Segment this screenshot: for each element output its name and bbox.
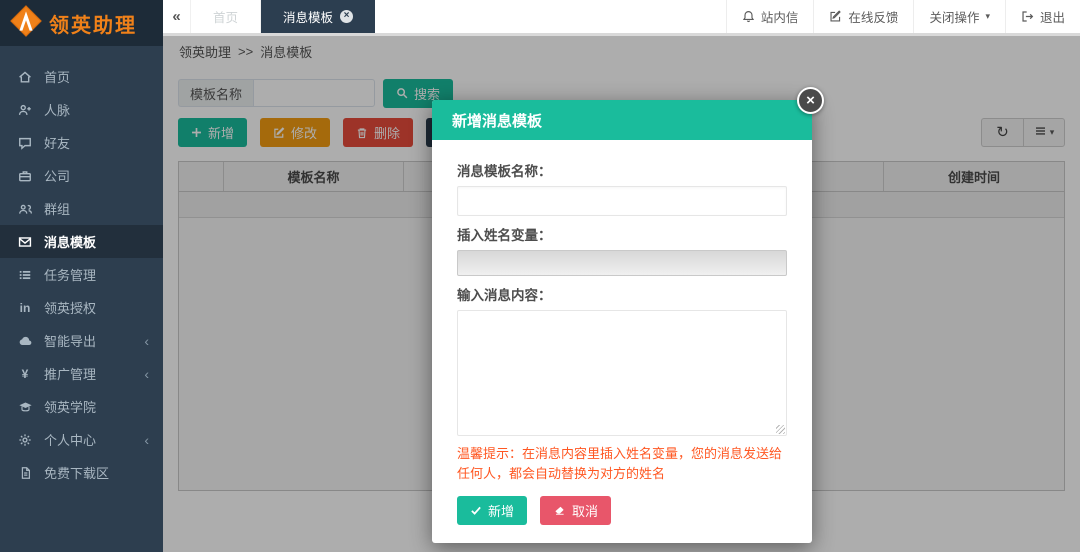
sidebar: 领英助理 首页 人脉 好友 公司 群组 消息模板 任务管理 in 领英授权 智能… [0, 0, 163, 552]
logout-icon [1021, 10, 1034, 23]
eraser-icon [553, 505, 566, 516]
tasks-icon [17, 268, 33, 282]
modal-body: 消息模板名称： 插入姓名变量： 输入消息内容： 温馨提示：在消息内容里插入姓名变… [432, 140, 812, 543]
brand-name: 领英助理 [49, 14, 137, 37]
add-template-modal: × 新增消息模板 消息模板名称： 插入姓名变量： 输入消息内容： 温馨提示：在消… [432, 87, 824, 544]
sidebar-item-groups[interactable]: 群组 [0, 192, 163, 225]
brand-diamond-icon [10, 4, 42, 42]
modal-buttons: 新增 取消 [457, 496, 787, 526]
sidebar-item-label: 公司 [44, 169, 71, 184]
menu-item-close-actions[interactable]: 关闭操作 ▾ [913, 0, 1005, 33]
insert-name-variable-field [457, 250, 787, 276]
message-content-wrap [457, 310, 787, 436]
sidebar-item-label: 领英授权 [44, 301, 97, 316]
sidebar-item-label: 任务管理 [44, 268, 97, 283]
modal-close-button[interactable]: × [797, 87, 824, 114]
cancel-button-label: 取消 [572, 504, 599, 520]
sidebar-item-label: 推广管理 [44, 367, 97, 382]
comment-icon [17, 136, 33, 150]
template-name-label: 消息模板名称： [457, 164, 552, 179]
check-icon [470, 505, 482, 516]
sidebar-item-personal-center[interactable]: 个人中心 ‹ [0, 423, 163, 456]
caret-down-icon: ▾ [985, 11, 990, 21]
linkedin-icon: in [19, 300, 31, 315]
sidebar-item-label: 好友 [44, 136, 71, 151]
user-plus-icon [17, 103, 33, 117]
message-content-textarea[interactable] [457, 310, 787, 436]
message-content-label: 输入消息内容： [457, 288, 552, 303]
template-name-field[interactable] [457, 186, 787, 216]
sidebar-item-label: 消息模板 [44, 235, 97, 250]
sidebar-item-label: 个人中心 [44, 433, 97, 448]
app-root: 领英助理 首页 人脉 好友 公司 群组 消息模板 任务管理 in 领英授权 智能… [0, 0, 1080, 552]
sidebar-item-label: 智能导出 [44, 334, 97, 349]
gear-icon [17, 433, 33, 447]
sidebar-item-label: 免费下载区 [44, 466, 110, 481]
menu-item-label: 站内信 [760, 11, 799, 25]
menu-item-label: 退出 [1039, 11, 1065, 25]
tab-label: 首页 [213, 11, 239, 25]
chevron-left-icon: ‹ [144, 332, 149, 349]
sidebar-item-linkedin-auth[interactable]: in 领英授权 [0, 291, 163, 324]
chevron-left-icon: ‹ [144, 431, 149, 448]
confirm-add-button[interactable]: 新增 [457, 496, 528, 526]
brand-logo[interactable]: 领英助理 [0, 0, 163, 46]
main-area: « 首页 消息模板 × 站内信 在线反馈 关闭操作 ▾ 退出 领英助理 >> 消… [163, 0, 1080, 552]
envelope-icon [17, 235, 33, 249]
modal-title: 新增消息模板 [432, 100, 812, 140]
sidebar-item-message-templates[interactable]: 消息模板 [0, 225, 163, 258]
file-icon [17, 466, 33, 480]
cancel-button[interactable]: 取消 [540, 496, 612, 526]
tab-home[interactable]: 首页 [191, 0, 262, 33]
sidebar-item-label: 群组 [44, 202, 71, 217]
graduation-cap-icon [17, 400, 33, 414]
menu-item-label: 关闭操作 [929, 11, 980, 25]
bell-icon [742, 10, 755, 23]
menu-item-label: 在线反馈 [848, 11, 899, 25]
sidebar-item-tasks[interactable]: 任务管理 [0, 258, 163, 291]
sidebar-item-label: 人脉 [44, 103, 71, 118]
tab-message-templates[interactable]: 消息模板 × [261, 0, 376, 33]
feedback-icon [829, 10, 842, 23]
resize-handle[interactable] [776, 425, 785, 434]
content-area: 领英助理 >> 消息模板 模板名称 搜索 新增 修改 删除 ↻ ▾ 模板名称 创… [163, 33, 1080, 552]
sidebar-item-home[interactable]: 首页 [0, 60, 163, 93]
menu-item-feedback[interactable]: 在线反馈 [813, 0, 913, 33]
home-icon [17, 70, 33, 84]
topbar: « 首页 消息模板 × 站内信 在线反馈 关闭操作 ▾ 退出 [163, 0, 1080, 33]
sidebar-item-friends[interactable]: 好友 [0, 126, 163, 159]
yen-icon: ¥ [21, 366, 29, 381]
sidebar-nav: 首页 人脉 好友 公司 群组 消息模板 任务管理 in 领英授权 智能导出 ‹ … [0, 46, 163, 489]
sidebar-item-free-downloads[interactable]: 免费下载区 [0, 456, 163, 489]
modal-hint-text: 温馨提示：在消息内容里插入姓名变量，您的消息发送给任何人，都会自动替换为对方的姓… [457, 446, 783, 482]
insert-name-variable-label: 插入姓名变量： [457, 228, 552, 243]
sidebar-item-company[interactable]: 公司 [0, 159, 163, 192]
confirm-add-button-label: 新增 [488, 504, 515, 520]
tab-label: 消息模板 [283, 11, 334, 25]
close-icon: × [806, 92, 815, 109]
menu-item-site-mail[interactable]: 站内信 [725, 0, 814, 33]
collapse-tabs-icon[interactable]: « [163, 0, 191, 33]
sidebar-item-academy[interactable]: 领英学院 [0, 390, 163, 423]
sidebar-item-smart-export[interactable]: 智能导出 ‹ [0, 324, 163, 357]
briefcase-icon [17, 169, 33, 183]
cloud-icon [17, 334, 33, 348]
topbar-menu: 站内信 在线反馈 关闭操作 ▾ 退出 [725, 0, 1080, 33]
chevron-left-icon: ‹ [144, 365, 149, 382]
sidebar-item-label: 首页 [44, 70, 71, 85]
sidebar-item-contacts[interactable]: 人脉 [0, 93, 163, 126]
menu-item-logout[interactable]: 退出 [1004, 0, 1080, 33]
tab-close-icon[interactable]: × [340, 10, 354, 23]
sidebar-item-promotion[interactable]: ¥ 推广管理 ‹ [0, 357, 163, 390]
sidebar-item-label: 领英学院 [44, 400, 97, 415]
users-icon [17, 202, 33, 216]
